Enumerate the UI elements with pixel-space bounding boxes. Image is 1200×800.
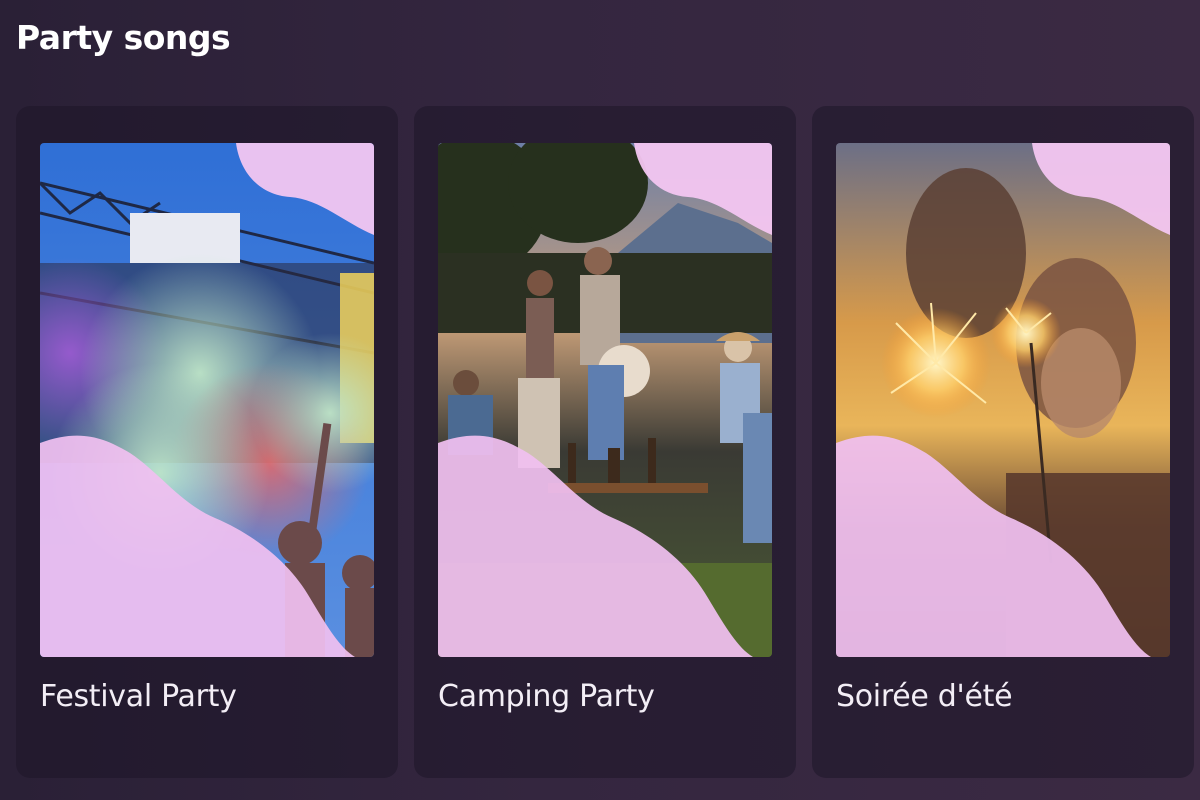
playlist-title[interactable]: Festival Party <box>40 679 237 714</box>
playlist-card-festival-party[interactable]: Festival Party <box>16 106 398 778</box>
playlist-cover-image[interactable] <box>438 143 772 657</box>
playlist-cover-image[interactable] <box>836 143 1170 657</box>
playlist-title[interactable]: Camping Party <box>438 679 655 714</box>
playlist-cover-image[interactable] <box>40 143 374 657</box>
playlist-card-camping-party[interactable]: Camping Party <box>414 106 796 778</box>
playlist-card-soiree-dete[interactable]: Soirée d'été <box>812 106 1194 778</box>
section-title: Party songs <box>16 18 231 57</box>
playlist-title[interactable]: Soirée d'été <box>836 679 1013 714</box>
